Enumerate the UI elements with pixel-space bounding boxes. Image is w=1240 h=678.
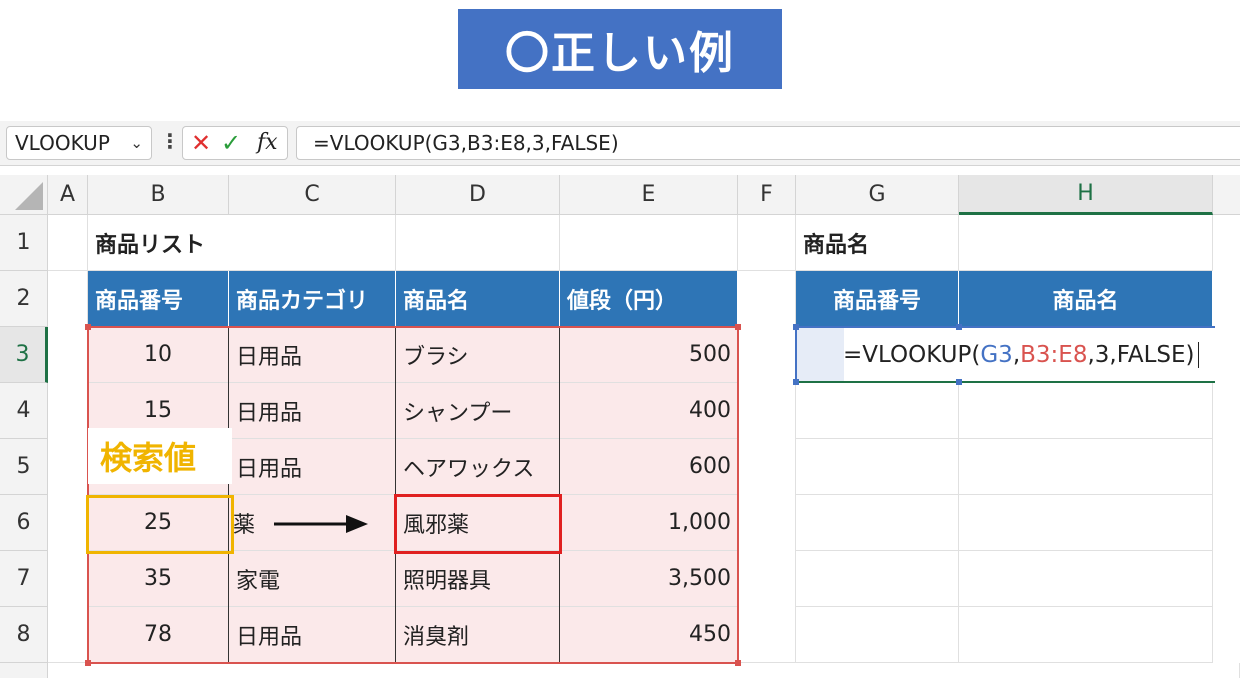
table-cell[interactable]: 400 — [560, 383, 738, 439]
column-f-cells[interactable] — [738, 271, 796, 663]
range-handle[interactable] — [85, 324, 91, 330]
cell-a1[interactable] — [48, 215, 88, 271]
select-all-triangle-icon — [15, 182, 43, 210]
formula-prefix: =VLOOKUP( — [843, 342, 981, 368]
cell-h4[interactable] — [959, 383, 1213, 439]
table-cell[interactable]: ブラシ — [396, 327, 560, 383]
column-header-c[interactable]: C — [229, 175, 396, 215]
cell-g5[interactable] — [796, 439, 959, 495]
table-cell[interactable]: 日用品 — [229, 327, 396, 383]
row-header-3[interactable]: 3 — [0, 327, 48, 383]
table-cell[interactable]: 78 — [88, 607, 229, 663]
arrow-right-icon — [274, 515, 368, 533]
table-cell[interactable]: 3,500 — [560, 551, 738, 607]
cell-h7[interactable] — [959, 551, 1213, 607]
cancel-icon[interactable]: ✕ — [191, 129, 211, 157]
table-cell[interactable]: 日用品 — [229, 607, 396, 663]
row-header-7[interactable]: 7 — [0, 551, 48, 607]
table-cell[interactable]: 500 — [560, 327, 738, 383]
reference-handle[interactable] — [793, 324, 799, 330]
row-header-4[interactable]: 4 — [0, 383, 48, 439]
range-handle[interactable] — [85, 660, 91, 666]
name-box-value: VLOOKUP — [15, 131, 110, 155]
formula-buttons: ✕ ✓ fx — [182, 126, 288, 160]
column-a-cells[interactable] — [48, 271, 88, 663]
row-header-2[interactable]: 2 — [0, 271, 48, 327]
select-all-button[interactable] — [0, 175, 48, 215]
column-header-b[interactable]: B — [88, 175, 229, 215]
table-cell[interactable]: ヘアワックス — [396, 439, 560, 495]
formula-rest: ,3,FALSE) — [1087, 342, 1195, 368]
table-cell[interactable]: シャンプー — [396, 383, 560, 439]
header-product-name[interactable]: 商品名 — [396, 271, 560, 327]
chevron-down-icon[interactable]: ⌄ — [130, 127, 143, 159]
column-header-next[interactable] — [1213, 175, 1240, 215]
table-cell[interactable]: 日用品 — [229, 383, 396, 439]
more-options-icon[interactable]: ⋮ — [160, 129, 180, 153]
column-header-a[interactable]: A — [48, 175, 88, 215]
lookup-value-callout: 検索値 — [88, 428, 232, 484]
row-header-6[interactable]: 6 — [0, 495, 48, 551]
cell-h1[interactable] — [959, 215, 1213, 271]
column-header-g[interactable]: G — [796, 175, 959, 215]
column-header-d[interactable]: D — [396, 175, 560, 215]
table-cell[interactable]: 日用品 — [229, 439, 396, 495]
cell-h6[interactable] — [959, 495, 1213, 551]
table-cell[interactable]: 1,000 — [560, 495, 738, 551]
insert-function-icon[interactable]: fx — [257, 130, 278, 155]
range-handle[interactable] — [735, 660, 741, 666]
enter-icon[interactable]: ✓ — [221, 129, 241, 157]
cell-g7[interactable] — [796, 551, 959, 607]
cell-h5[interactable] — [959, 439, 1213, 495]
lookup-header-number[interactable]: 商品番号 — [796, 271, 959, 327]
cell-f1[interactable] — [738, 215, 796, 271]
cell-g6[interactable] — [796, 495, 959, 551]
cell-g8[interactable] — [796, 607, 959, 663]
text-cursor — [1197, 342, 1199, 368]
range-handle[interactable] — [735, 324, 741, 330]
formula-sep: , — [1012, 342, 1021, 368]
header-price[interactable]: 値段（円） — [560, 271, 738, 327]
slide-title: 〇正しい例 — [458, 9, 782, 89]
table-cell[interactable]: 35 — [88, 551, 229, 607]
column-header-e[interactable]: E — [560, 175, 738, 215]
row-9-cells[interactable] — [48, 663, 1240, 678]
cell-d1[interactable] — [396, 215, 560, 271]
column-header-h[interactable]: H — [959, 175, 1213, 215]
formula-bar: VLOOKUP ⌄ ⋮ ✕ ✓ fx =VLOOKUP(G3,B3:E8,3,F… — [0, 121, 1240, 166]
cell-g4[interactable] — [796, 383, 959, 439]
table-cell[interactable]: 10 — [88, 327, 229, 383]
result-outline — [394, 494, 562, 554]
cell-h8[interactable] — [959, 607, 1213, 663]
row-header-5[interactable]: 5 — [0, 439, 48, 495]
header-product-number[interactable]: 商品番号 — [88, 271, 229, 327]
active-cell-underline — [795, 381, 1215, 383]
header-product-category[interactable]: 商品カテゴリ — [229, 271, 396, 327]
row-header-1[interactable]: 1 — [0, 215, 48, 271]
cell-g1[interactable]: 商品名 — [796, 215, 959, 271]
table-cell[interactable]: 450 — [560, 607, 738, 663]
cell-e1[interactable] — [560, 215, 738, 271]
table-cell[interactable]: 消臭剤 — [396, 607, 560, 663]
cell-c1[interactable] — [229, 215, 396, 271]
table-cell[interactable]: 照明器具 — [396, 551, 560, 607]
reference-handle[interactable] — [793, 379, 799, 385]
column-header-f[interactable]: F — [738, 175, 796, 215]
table-cell[interactable]: 家電 — [229, 551, 396, 607]
row-header-8[interactable]: 8 — [0, 607, 48, 663]
lookup-value-outline — [86, 495, 234, 554]
row-header-next[interactable] — [0, 663, 48, 678]
formula-ref-g3: G3 — [980, 342, 1013, 368]
lookup-header-name[interactable]: 商品名 — [959, 271, 1213, 327]
cell-b1[interactable]: 商品リスト — [88, 215, 229, 271]
name-box[interactable]: VLOOKUP ⌄ — [6, 126, 152, 160]
cell-edit-formula[interactable]: =VLOOKUP(G3, B3:E8,3,FALSE) — [843, 330, 1199, 380]
formula-ref-range: B3:E8 — [1020, 342, 1088, 368]
formula-input[interactable]: =VLOOKUP(G3,B3:E8,3,FALSE) — [296, 126, 1240, 160]
table-cell[interactable]: 600 — [560, 439, 738, 495]
